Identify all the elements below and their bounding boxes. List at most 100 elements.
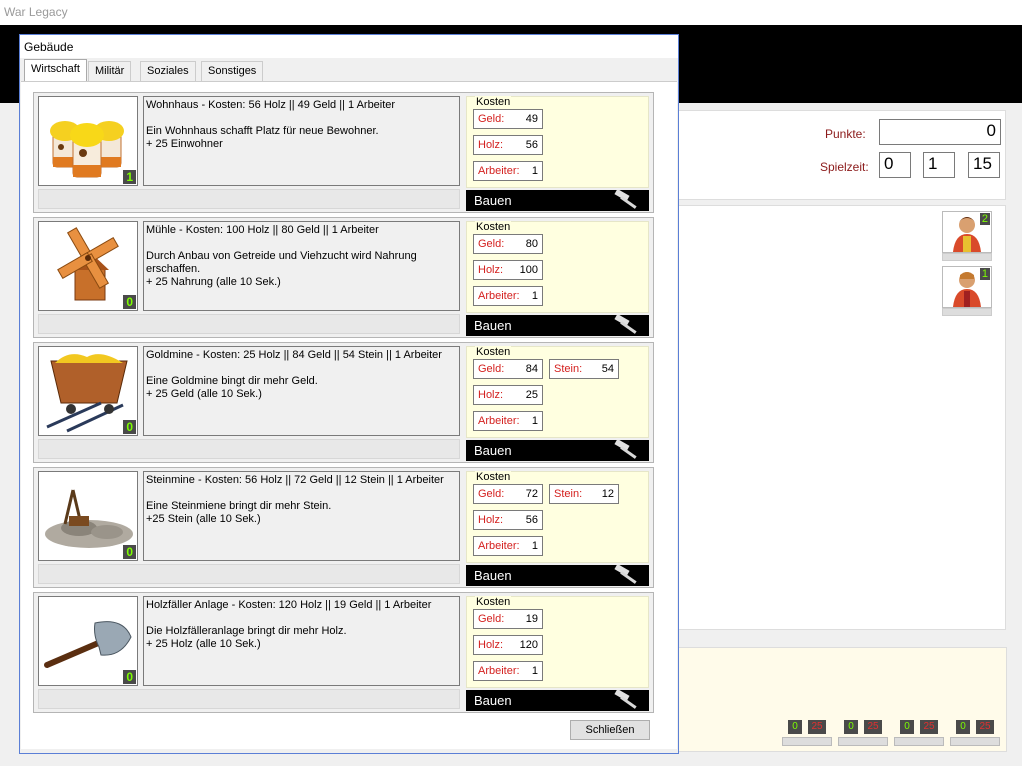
hammer-icon bbox=[614, 315, 637, 334]
tab-militaer[interactable]: Militär bbox=[88, 61, 132, 81]
building-description: Holzfäller Anlage - Kosten: 120 Holz || … bbox=[143, 596, 460, 686]
description-line: + 25 Holz (alle 10 Sek.) bbox=[146, 638, 261, 650]
cost-stein: Stein: 54 bbox=[549, 359, 619, 379]
cost-title: Kosten bbox=[475, 471, 512, 483]
description-line: Die Holzfälleranlage bringt dir mehr Hol… bbox=[146, 625, 347, 637]
cost-value: 120 bbox=[519, 639, 538, 651]
build-button[interactable]: Bauen bbox=[466, 690, 649, 711]
resource-slot: 0 25 bbox=[782, 720, 832, 750]
cost-label: Geld: bbox=[478, 363, 505, 375]
cost-value: 12 bbox=[601, 488, 614, 500]
tab-sonstiges[interactable]: Sonstiges bbox=[201, 61, 264, 81]
close-button[interactable]: Schließen bbox=[570, 720, 650, 740]
cost-value: 56 bbox=[525, 139, 538, 151]
hammer-icon bbox=[614, 565, 637, 584]
buildings-dialog: Gebäude Wirtschaft Militär Soziales Sons… bbox=[19, 34, 679, 754]
cost-geld: Geld: 49 bbox=[473, 109, 543, 129]
cost-title: Kosten bbox=[475, 221, 512, 233]
build-progress-bar bbox=[38, 189, 460, 209]
cost-label: Geld: bbox=[478, 113, 505, 125]
cost-stein: Stein: 12 bbox=[549, 484, 619, 504]
worker-card[interactable]: 2 bbox=[942, 211, 992, 267]
build-button[interactable]: Bauen bbox=[466, 190, 649, 211]
cost-label: Geld: bbox=[478, 488, 505, 500]
tab-wirtschaft[interactable]: Wirtschaft bbox=[24, 59, 87, 82]
build-label: Bauen bbox=[474, 568, 512, 583]
hammer-icon bbox=[614, 190, 637, 209]
build-progress-bar bbox=[38, 439, 460, 459]
cost-value: 19 bbox=[525, 613, 538, 625]
building-card-holzfaeller: 0 Holzfäller Anlage - Kosten: 120 Holz |… bbox=[33, 592, 654, 713]
building-count: 0 bbox=[123, 670, 136, 684]
cost-label: Holz: bbox=[478, 264, 504, 276]
resource-slot: 0 25 bbox=[950, 720, 1000, 750]
playtime-hours-field[interactable]: 0 bbox=[879, 152, 911, 178]
building-count: 0 bbox=[123, 295, 136, 309]
description-heading: Mühle - Kosten: 100 Holz || 80 Geld || 1… bbox=[146, 224, 379, 236]
cost-group: Kosten Geld: 49 Holz: 56 Arbeiter: 1 bbox=[466, 96, 649, 188]
build-button[interactable]: Bauen bbox=[466, 440, 649, 461]
resource-bar bbox=[782, 737, 832, 746]
resource-limit: 25 bbox=[920, 720, 938, 734]
cost-group: Kosten Geld: 80 Holz: 100 Arbeiter: 1 bbox=[466, 221, 649, 313]
cost-value: 1 bbox=[531, 665, 538, 677]
build-button[interactable]: Bauen bbox=[466, 565, 649, 586]
stone-mine-icon: 0 bbox=[38, 471, 138, 561]
worker-progress-bar bbox=[942, 253, 992, 261]
cost-arbeiter: Arbeiter: 1 bbox=[473, 161, 543, 181]
worker-avatar-icon: 2 bbox=[942, 211, 992, 253]
building-count: 0 bbox=[123, 545, 136, 559]
cost-value: 84 bbox=[525, 363, 538, 375]
points-field[interactable]: 0 bbox=[879, 119, 1001, 145]
build-progress-bar bbox=[38, 314, 460, 334]
cost-label: Stein: bbox=[554, 363, 583, 375]
tab-soziales[interactable]: Soziales bbox=[140, 61, 196, 81]
building-card-wohnhaus: 1 Wohnhaus - Kosten: 56 Holz || 49 Geld … bbox=[33, 92, 654, 213]
description-line: erschaffen. bbox=[146, 263, 201, 275]
cost-holz: Holz: 25 bbox=[473, 385, 543, 405]
build-label: Bauen bbox=[474, 193, 512, 208]
cost-label: Geld: bbox=[478, 613, 505, 625]
axe-icon: 0 bbox=[38, 596, 138, 686]
tab-content: 1 Wohnhaus - Kosten: 56 Holz || 49 Geld … bbox=[21, 81, 677, 749]
building-card-muehle: 0 Mühle - Kosten: 100 Holz || 80 Geld ||… bbox=[33, 217, 654, 338]
description-line bbox=[146, 237, 457, 250]
stats-panel: Punkte: 0 Spielzeit: 0 1 15 bbox=[672, 110, 1006, 200]
cost-geld: Geld: 19 bbox=[473, 609, 543, 629]
resource-bar bbox=[950, 737, 1000, 746]
cost-value: 100 bbox=[519, 264, 538, 276]
description-line: +25 Stein (alle 10 Sek.) bbox=[146, 513, 261, 525]
cost-group: Kosten Geld: 84 Stein: 54 Holz: 25 Arbeiter… bbox=[466, 346, 649, 438]
description-line: Eine Goldmine bingt dir mehr Geld. bbox=[146, 375, 318, 387]
cost-value: 25 bbox=[525, 389, 538, 401]
playtime-seconds-field[interactable]: 15 bbox=[968, 152, 1000, 178]
cost-label: Arbeiter: bbox=[478, 540, 520, 552]
cost-holz: Holz: 56 bbox=[473, 135, 543, 155]
description-line: Eine Steinmiene bringt dir mehr Stein. bbox=[146, 500, 332, 512]
worker-card[interactable]: 1 bbox=[942, 266, 992, 322]
building-description: Wohnhaus - Kosten: 56 Holz || 49 Geld ||… bbox=[143, 96, 460, 186]
description-line bbox=[146, 487, 457, 500]
build-button[interactable]: Bauen bbox=[466, 315, 649, 336]
build-label: Bauen bbox=[474, 318, 512, 333]
worker-progress-bar bbox=[942, 308, 992, 316]
resource-slot: 0 25 bbox=[894, 720, 944, 750]
cost-title: Kosten bbox=[475, 596, 512, 608]
cost-group: Kosten Geld: 72 Stein: 12 Holz: 56 Arbeiter… bbox=[466, 471, 649, 563]
cost-value: 1 bbox=[531, 165, 538, 177]
playtime-minutes-field[interactable]: 1 bbox=[923, 152, 955, 178]
cost-arbeiter: Arbeiter: 1 bbox=[473, 286, 543, 306]
building-card-goldmine: 0 Goldmine - Kosten: 25 Holz || 84 Geld … bbox=[33, 342, 654, 463]
hammer-icon bbox=[614, 440, 637, 459]
cost-geld: Geld: 80 bbox=[473, 234, 543, 254]
build-progress-bar bbox=[38, 689, 460, 709]
description-heading: Holzfäller Anlage - Kosten: 120 Holz || … bbox=[146, 599, 432, 611]
description-line: + 25 Geld (alle 10 Sek.) bbox=[146, 388, 262, 400]
cost-label: Holz: bbox=[478, 639, 504, 651]
cost-value: 80 bbox=[525, 238, 538, 250]
description-line bbox=[146, 112, 457, 125]
building-count: 1 bbox=[123, 170, 136, 184]
building-description: Goldmine - Kosten: 25 Holz || 84 Geld ||… bbox=[143, 346, 460, 436]
hammer-icon bbox=[614, 690, 637, 709]
building-description: Steinmine - Kosten: 56 Holz || 72 Geld |… bbox=[143, 471, 460, 561]
